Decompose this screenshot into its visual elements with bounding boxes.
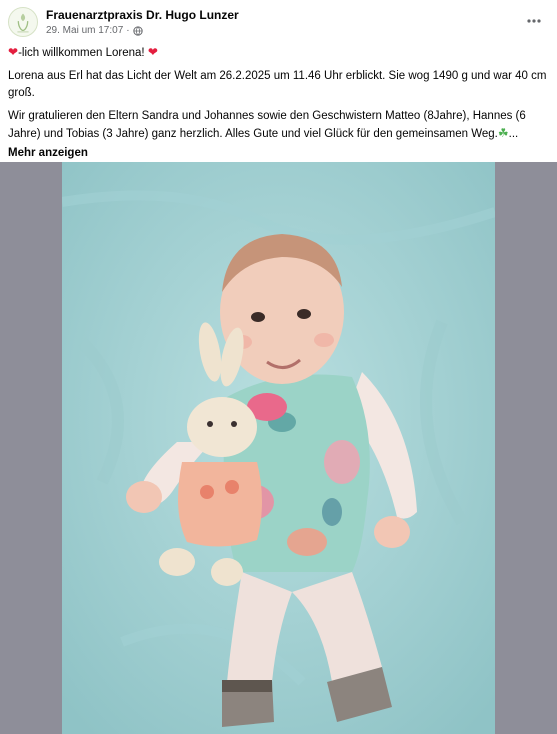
page-avatar[interactable] [8,7,38,37]
meta-separator: · [126,25,130,36]
four-leaf-clover-icon: ☘ [497,126,509,140]
post-line-welcome: ❤-lich willkommen Lorena! ❤ [8,44,548,62]
baby-photo-illustration [62,162,495,734]
more-options-icon [527,19,541,23]
post-header: Frauenarztpraxis Dr. Hugo Lunzer 29. Mai… [0,0,557,44]
avatar-logo-icon [9,8,37,36]
post-meta: 29. Mai um 17:07 · [46,25,143,36]
congrats-text: Wir gratulieren den Eltern Sandra und Jo… [8,110,526,140]
post-date[interactable]: 29. Mai um 17:07 [46,25,123,36]
red-heart-icon: ❤ [147,45,158,59]
post-text: ❤-lich willkommen Lorena! ❤ Lorena aus E… [8,44,548,162]
ellipsis: ... [508,128,519,140]
see-more-link[interactable]: Mehr anzeigen [8,145,548,162]
page-name-link[interactable]: Frauenarztpraxis Dr. Hugo Lunzer [46,8,239,22]
red-heart-icon: ❤ [8,45,19,59]
post-line-birth: Lorena aus Erl hat das Licht der Welt am… [8,70,547,99]
globe-icon [132,25,143,36]
more-options-button[interactable] [523,10,545,32]
welcome-text: -lich willkommen Lorena! [18,47,145,59]
post-line-congrats: Wir gratulieren den Eltern Sandra und Jo… [8,108,548,143]
baby-photo[interactable] [62,162,495,734]
post-media[interactable] [0,162,557,734]
